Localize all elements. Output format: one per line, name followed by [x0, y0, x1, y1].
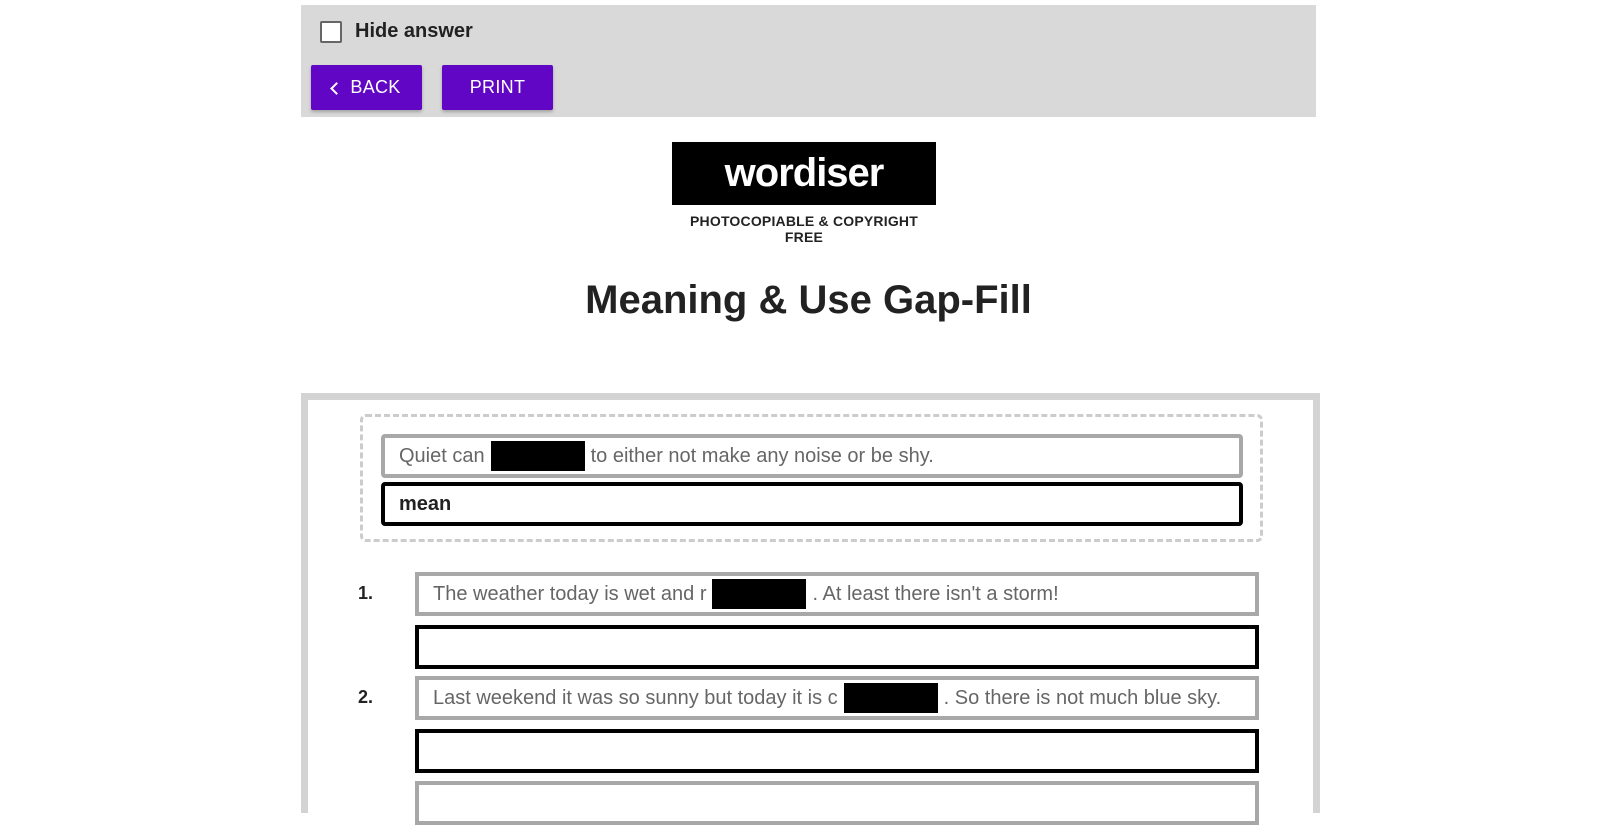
question-sentence: Last weekend it was so sunny but today i… — [415, 676, 1259, 720]
print-button[interactable]: PRINT — [442, 65, 553, 110]
hide-answer-checkbox[interactable] — [320, 20, 342, 43]
page-title: Meaning & Use Gap-Fill — [585, 278, 1032, 322]
question-gap — [843, 683, 938, 713]
answer-field[interactable] — [415, 625, 1259, 669]
logo: wordiser — [672, 142, 936, 205]
worksheet: Quiet can to either not make any noise o… — [301, 393, 1320, 825]
question-sentence-before: The weather today is wet and r — [433, 582, 707, 605]
logo-text: wordiser — [724, 151, 885, 195]
toolbar: Hide answer BACK PRINT — [301, 5, 1316, 117]
question-sentence: The weather today is wet and r . At leas… — [415, 572, 1259, 616]
example-gap — [490, 441, 585, 471]
question-gap — [712, 579, 807, 609]
question-number: 2. — [358, 687, 374, 707]
back-button-label: BACK — [350, 77, 401, 97]
hide-answer-label: Hide answer — [355, 20, 473, 42]
example-answer: mean — [381, 482, 1243, 526]
print-button-label: PRINT — [469, 77, 526, 97]
hide-answer-toggle[interactable]: Hide answer — [320, 20, 473, 43]
back-button[interactable]: BACK — [311, 65, 422, 110]
question-sentence-before: Last weekend it was so sunny but today i… — [433, 686, 838, 709]
question-sentence-after: . At least there isn't a storm! — [812, 582, 1059, 605]
example-sentence-before: Quiet can — [399, 444, 485, 467]
question-number: 1. — [358, 583, 374, 603]
question-sentence-after: . So there is not much blue sky. — [943, 686, 1222, 709]
logo-subtitle: PHOTOCOPIABLE & COPYRIGHT FREE — [690, 213, 918, 245]
example-sentence-after: to either not make any noise or be shy. — [590, 444, 934, 467]
question-sentence — [415, 781, 1259, 825]
example-sentence: Quiet can to either not make any noise o… — [381, 434, 1243, 478]
example-block: Quiet can to either not make any noise o… — [360, 414, 1263, 542]
answer-field[interactable] — [415, 729, 1259, 773]
chevron-left-icon — [330, 81, 344, 95]
